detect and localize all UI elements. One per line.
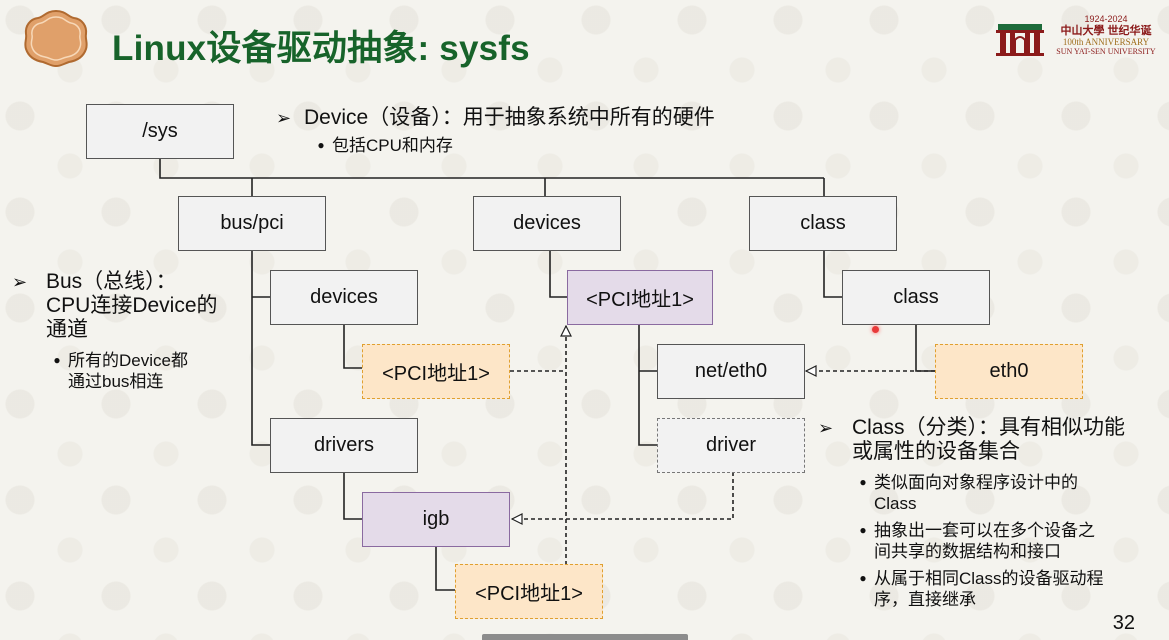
class-subpoint-3-line1: 从属于相同Class的设备驱动程 [874,569,1104,588]
node-bus-devices: devices [270,270,418,325]
bus-heading-line3: 通道 [46,318,88,341]
connector-class-to-class [823,250,842,298]
university-logo: 1924-2024 中山大學 世纪华诞 100th ANNIVERSARY SU… [996,14,1161,58]
class-subpoint-1-line2: Class [874,494,917,513]
laser-pointer-dot [872,326,879,333]
class-heading-line2: 或属性的设备集合 [852,440,1020,463]
presentation-control-bar[interactable] [482,634,688,640]
bullet-dot-icon: ● [317,138,325,152]
class-subpoint-1-line1: 类似面向对象程序设计中的 [874,473,1078,492]
device-note: ➢ Device（设备）：用于抽象系统中所有的硬件 ● 包括CPU和内存 [276,106,816,156]
device-heading: Device（设备）：用于抽象系统中所有的硬件 [304,106,715,129]
university-gate-icon [996,24,1044,56]
bullet-dot-icon: ● [859,475,867,489]
node-eth0: eth0 [935,344,1083,399]
node-pci-address-igb: <PCI地址1> [455,564,603,619]
node-net-eth0: net/eth0 [657,344,805,399]
connector-igb-to-pci [435,546,455,591]
bus-heading-line2: CPU连接Device的 [46,294,218,317]
device-subpoint: 包括CPU和内存 [332,136,453,155]
seal-logo-icon [24,9,88,68]
node-sys: /sys [86,104,234,159]
node-driver: driver [657,418,805,473]
node-class-sub: class [842,270,990,325]
class-subpoint-2-line2: 间共享的数据结构和接口 [874,542,1061,561]
logo-anniversary: 100th ANNIVERSARY [1062,37,1150,47]
link-driver-to-igb [512,472,734,519]
arrow-bullet-icon: ➢ [276,108,292,128]
bullet-dot-icon: ● [859,571,867,585]
page-number: 32 [1112,612,1135,634]
node-pci-address-device: <PCI地址1> [567,270,713,325]
bus-subpoint-line2: 通过bus相连 [68,372,164,391]
class-heading-line1: Class（分类）：具有相似功能 [852,416,1126,439]
arrow-bullet-icon: ➢ [12,272,28,292]
logo-university: SUN YAT-SEN UNIVERSITY [1056,47,1156,56]
node-pci-address-bus: <PCI地址1> [362,344,510,399]
bullet-dot-icon: ● [53,353,61,367]
logo-name: 中山大學 世纪华诞 [1060,25,1152,37]
arrow-bullet-icon: ➢ [818,418,834,438]
bullet-dot-icon: ● [859,523,867,537]
class-subpoint-3-line2: 序，直接继承 [874,590,976,609]
node-bus-pci: bus/pci [178,196,326,251]
class-subpoint-2-line1: 抽象出一套可以在多个设备之 [874,521,1095,540]
node-class-top: class [749,196,897,251]
connector-devices-to-pci [549,250,567,298]
node-drivers: drivers [270,418,418,473]
connector-drivers-to-igb [343,472,362,520]
node-devices-top: devices [473,196,621,251]
slide-title: Linux设备驱动抽象: sysfs [112,29,530,68]
connector-pci-to-driver [638,324,657,446]
bus-note: ➢ Bus（总线）： CPU连接Device的 通道 ● 所有的Device都 … [12,270,232,392]
class-note: ➢ Class（分类）：具有相似功能 或属性的设备集合 ● 类似面向对象程序设计… [818,416,1163,610]
connector-sys-to-bar [159,158,824,179]
bus-subpoint-line1: 所有的Device都 [68,351,188,370]
connector-class-to-eth0 [915,324,935,372]
connector-bus-to-drivers [251,250,270,446]
logo-years: 1924-2024 [1084,14,1128,24]
node-igb: igb [362,492,510,547]
connector-busdevices-to-pci [343,324,362,369]
bus-heading-line1: Bus（总线）： [46,270,177,293]
